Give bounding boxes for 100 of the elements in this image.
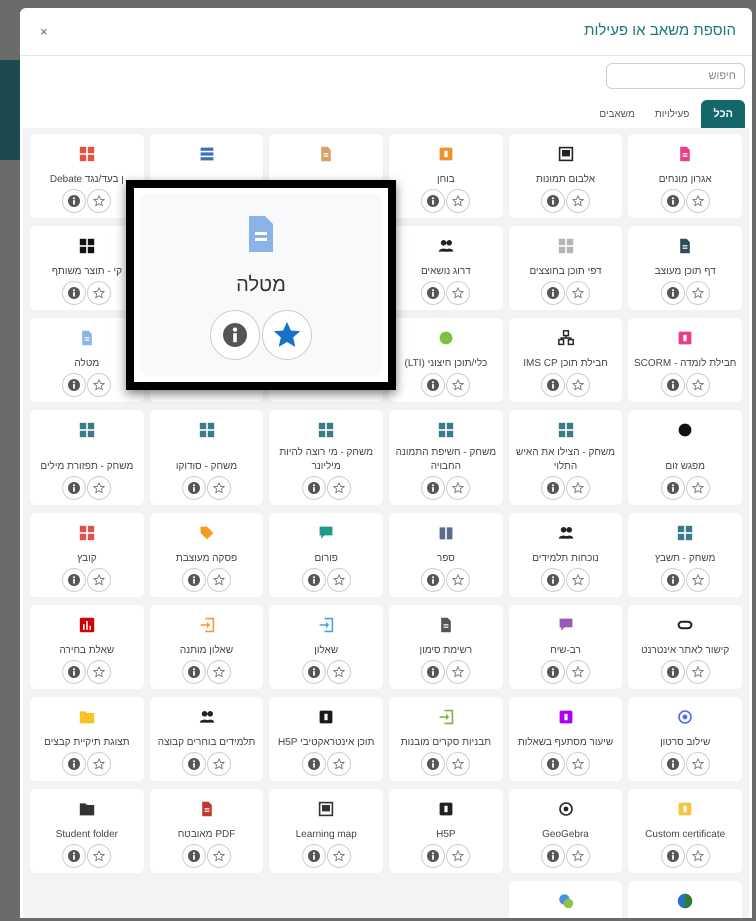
info-button[interactable]	[62, 373, 86, 397]
star-button[interactable]	[87, 189, 112, 213]
star-button[interactable]	[446, 844, 470, 868]
activity-card[interactable]: PDF מאובטח	[150, 789, 264, 873]
star-button[interactable]	[446, 373, 470, 397]
activity-card[interactable]: כלי/תוכן חיצוני (LTI)	[389, 318, 503, 402]
star-button[interactable]	[87, 844, 112, 868]
star-button[interactable]	[446, 189, 470, 213]
info-button[interactable]	[660, 752, 685, 776]
activity-card[interactable]: פסקה מעוצבת	[150, 513, 264, 597]
activity-card[interactable]: משחק - סודוקו	[150, 410, 264, 505]
activity-card[interactable]: תצוגת תיקיית קבצים	[30, 697, 144, 781]
star-button[interactable]	[566, 281, 590, 305]
info-button[interactable]	[541, 281, 566, 305]
star-button[interactable]	[207, 844, 232, 868]
info-button[interactable]	[660, 476, 685, 500]
info-button[interactable]	[541, 660, 566, 684]
activity-card[interactable]: חבילת תוכן IMS CP	[508, 318, 622, 402]
tab[interactable]: פעילויות	[646, 100, 698, 128]
info-button[interactable]	[62, 568, 86, 592]
activity-card[interactable]: Student folder	[30, 789, 144, 873]
info-button[interactable]	[182, 752, 206, 776]
activity-card[interactable]: ספר	[389, 513, 503, 597]
activity-card[interactable]: GeoGebra	[508, 789, 622, 873]
star-button[interactable]	[566, 189, 590, 213]
activity-card[interactable]: ן בעד/נגד Debate	[30, 134, 144, 218]
activity-card[interactable]: משחק - תפזורת מילים	[30, 410, 144, 505]
star-button[interactable]	[686, 568, 710, 592]
info-button[interactable]	[421, 752, 446, 776]
info-button[interactable]	[541, 189, 566, 213]
info-button[interactable]	[660, 660, 685, 684]
star-button[interactable]	[262, 310, 312, 360]
activity-card[interactable]: תבניות סקרים מובנות	[389, 697, 503, 781]
info-button[interactable]	[660, 844, 685, 868]
info-button[interactable]	[421, 844, 446, 868]
star-button[interactable]	[326, 660, 351, 684]
star-button[interactable]	[207, 568, 232, 592]
activity-card[interactable]: Custom certificate	[628, 789, 742, 873]
info-button[interactable]	[660, 373, 685, 397]
info-button[interactable]	[421, 281, 446, 305]
activity-card[interactable]: נוכחות תלמידים	[508, 513, 622, 597]
star-button[interactable]	[686, 189, 710, 213]
info-button[interactable]	[62, 189, 86, 213]
info-button[interactable]	[302, 660, 326, 684]
star-button[interactable]	[207, 660, 232, 684]
info-button[interactable]	[62, 660, 86, 684]
star-button[interactable]	[686, 752, 710, 776]
info-button[interactable]	[62, 476, 86, 500]
activity-card[interactable]: קובץ	[30, 513, 144, 597]
activity-card[interactable]: משחק - חשיפת התמונה החבויה	[389, 410, 503, 505]
activity-card[interactable]: חבילת לומדה - SCORM	[628, 318, 742, 402]
star-button[interactable]	[566, 844, 590, 868]
star-button[interactable]	[326, 844, 351, 868]
star-button[interactable]	[686, 660, 710, 684]
star-button[interactable]	[326, 752, 351, 776]
info-button[interactable]	[421, 568, 446, 592]
star-button[interactable]	[207, 752, 232, 776]
activity-card[interactable]: דפי תוכן בחוצצים	[508, 226, 622, 310]
activity-card[interactable]: מפגש זום	[628, 410, 742, 505]
activity-card[interactable]: רשימת סימון	[389, 605, 503, 689]
info-button[interactable]	[541, 752, 566, 776]
activity-card[interactable]: אגרון מונחים	[628, 134, 742, 218]
star-button[interactable]	[326, 568, 351, 592]
tab[interactable]: הכל	[701, 100, 745, 128]
info-button[interactable]	[302, 844, 326, 868]
tab[interactable]: משאבים	[591, 100, 643, 128]
activity-card[interactable]: שאלון מותנה	[150, 605, 264, 689]
star-button[interactable]	[87, 373, 112, 397]
info-button[interactable]	[302, 568, 326, 592]
activity-card[interactable]: שאלון	[269, 605, 384, 689]
activity-card[interactable]: שילוב סרטון	[628, 697, 742, 781]
star-button[interactable]	[446, 281, 470, 305]
activity-card[interactable]: אלבום תמונות	[508, 134, 622, 218]
star-button[interactable]	[87, 281, 112, 305]
star-button[interactable]	[207, 476, 232, 500]
activity-card[interactable]: קישור לאתר אינטרנט	[628, 605, 742, 689]
star-button[interactable]	[446, 476, 470, 500]
star-button[interactable]	[87, 568, 112, 592]
activity-card[interactable]: בוחן	[389, 134, 503, 218]
info-button[interactable]	[541, 568, 566, 592]
activity-card[interactable]: משחק - מי רוצה להיות מיליונר	[269, 410, 384, 505]
star-button[interactable]	[446, 752, 470, 776]
star-button[interactable]	[566, 568, 590, 592]
star-button[interactable]	[446, 660, 470, 684]
activity-card[interactable]: פורום	[269, 513, 384, 597]
activity-card[interactable]: תלמידים בוחרים קבוצה	[150, 697, 264, 781]
activity-card[interactable]: שאלת בחירה	[30, 605, 144, 689]
info-button[interactable]	[421, 660, 446, 684]
search-field[interactable]: חיפוש	[606, 63, 745, 89]
info-button[interactable]	[302, 752, 326, 776]
star-button[interactable]	[686, 476, 710, 500]
star-button[interactable]	[686, 844, 710, 868]
info-button[interactable]	[421, 476, 446, 500]
activity-card[interactable]: משחק - הצילו את האיש התלוי	[508, 410, 622, 505]
info-button[interactable]	[62, 844, 86, 868]
info-button[interactable]	[541, 476, 566, 500]
info-button[interactable]	[302, 476, 326, 500]
info-button[interactable]	[541, 844, 566, 868]
star-button[interactable]	[326, 476, 351, 500]
info-button[interactable]	[660, 281, 685, 305]
